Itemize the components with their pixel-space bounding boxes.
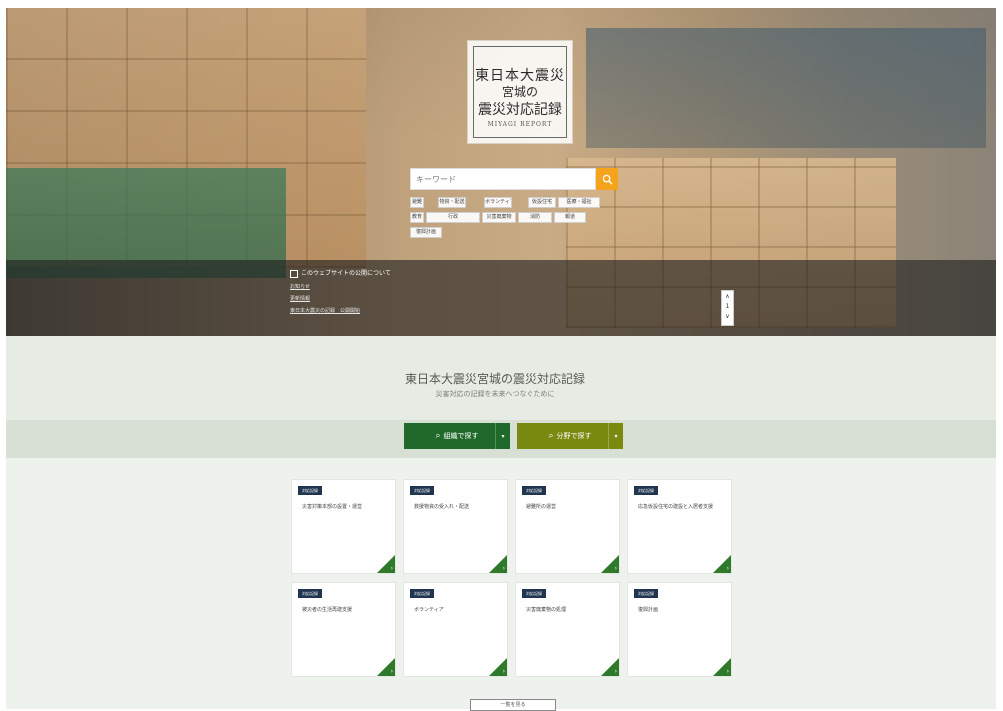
- tag[interactable]: 物資・配送: [438, 197, 466, 208]
- search-by-organization-button[interactable]: ⌕ 組織で探す ▾: [404, 423, 510, 449]
- card-title: 救援物資の受入れ・配送: [414, 504, 470, 510]
- search-bar: [410, 168, 618, 190]
- tag[interactable]: 報道: [554, 212, 586, 223]
- pager-up-icon[interactable]: ∧: [722, 293, 733, 301]
- more-button[interactable]: 一覧を見る: [470, 699, 556, 711]
- record-card[interactable]: 対応記録 災害対策本部の設置・運営 ›: [291, 479, 396, 574]
- chevron-down-icon: ▾: [608, 423, 623, 449]
- tag[interactable]: 行政: [426, 212, 480, 223]
- news-item[interactable]: 東日本大震災の記録 公開開始: [290, 307, 360, 314]
- pager-current[interactable]: 1: [722, 303, 733, 311]
- record-card[interactable]: 対応記録 ボランティア ›: [403, 582, 508, 677]
- news-item[interactable]: 更新情報: [290, 295, 310, 302]
- arrow-icon: ›: [614, 668, 617, 675]
- card-title: 災害廃棄物の処理: [526, 607, 567, 613]
- arrow-icon: ›: [390, 565, 393, 572]
- arrow-icon: ›: [726, 565, 729, 572]
- search-icon: [602, 174, 613, 185]
- card-title: 被災者の生活再建支援: [302, 607, 353, 613]
- intro-title: 東日本大震災宮城の震災対応記録: [404, 372, 585, 386]
- card-badge: 対応記録: [298, 589, 322, 598]
- card-title: ボランティア: [414, 607, 444, 613]
- record-card[interactable]: 対応記録 災害廃棄物の処理 ›: [515, 582, 620, 677]
- hero-photo-workers: [586, 28, 986, 148]
- tag[interactable]: 避難: [410, 197, 424, 208]
- logo-line3: 震災対応記録: [478, 102, 562, 118]
- news-icon: [290, 269, 298, 278]
- news-pager: ∧ 1 ∨: [721, 290, 734, 326]
- search-input[interactable]: [410, 168, 596, 190]
- tag[interactable]: 教育: [410, 212, 424, 223]
- card-badge: 対応記録: [522, 589, 546, 598]
- pager-down-icon[interactable]: ∨: [722, 313, 733, 321]
- news-title[interactable]: このウェブサイトの公開について: [290, 268, 391, 278]
- record-card[interactable]: 対応記録 応急仮設住宅の建設と入居者支援 ›: [627, 479, 732, 574]
- news-title-text: このウェブサイトの公開について: [301, 270, 391, 277]
- tag[interactable]: ボランティア: [484, 197, 512, 208]
- intro-subtitle: 災害対応の記録を未来へつなぐために: [435, 390, 555, 398]
- search-by-field-button[interactable]: ⌕ 分野で探す ▾: [517, 423, 623, 449]
- tag[interactable]: 災害廃棄物: [482, 212, 516, 223]
- nav-btn2-label: 分野で探す: [556, 432, 592, 440]
- card-badge: 対応記録: [634, 486, 658, 495]
- site-logo[interactable]: 東日本大震災 宮城の 震災対応記録 MIYAGI REPORT: [467, 40, 573, 144]
- arrow-icon: ›: [502, 668, 505, 675]
- card-badge: 対応記録: [634, 589, 658, 598]
- search-button[interactable]: [596, 168, 618, 190]
- search-icon: ⌕: [435, 431, 441, 441]
- card-title: 応急仮設住宅の建設と入居者支援: [638, 504, 714, 510]
- card-badge: 対応記録: [410, 589, 434, 598]
- card-badge: 対応記録: [298, 486, 322, 495]
- arrow-icon: ›: [390, 668, 393, 675]
- card-badge: 対応記録: [410, 486, 434, 495]
- search-icon: ⌕: [548, 431, 554, 441]
- card-title: 復興計画: [638, 607, 659, 613]
- news-item[interactable]: お知らせ: [290, 283, 310, 290]
- card-title: 災害対策本部の設置・運営: [302, 504, 363, 510]
- news-strip: [6, 260, 996, 336]
- record-card[interactable]: 対応記録 救援物資の受入れ・配送 ›: [403, 479, 508, 574]
- arrow-icon: ›: [502, 565, 505, 572]
- tag[interactable]: 消防: [518, 212, 552, 223]
- tag[interactable]: 復興計画: [410, 227, 442, 238]
- tag[interactable]: 仮設住宅: [528, 197, 556, 208]
- logo-line2: 宮城の: [501, 85, 538, 99]
- logo-line1: 東日本大震災: [475, 68, 565, 84]
- record-card[interactable]: 対応記録 被災者の生活再建支援 ›: [291, 582, 396, 677]
- record-card[interactable]: 対応記録 避難所の運営 ›: [515, 479, 620, 574]
- nav-btn1-label: 組織で探す: [443, 432, 479, 440]
- card-badge: 対応記録: [522, 486, 546, 495]
- tag[interactable]: 医療・福祉: [558, 197, 600, 208]
- arrow-icon: ›: [726, 668, 729, 675]
- card-title: 避難所の運営: [526, 504, 557, 510]
- chevron-down-icon: ▾: [495, 423, 510, 449]
- arrow-icon: ›: [614, 565, 617, 572]
- logo-subtitle: MIYAGI REPORT: [487, 121, 553, 128]
- record-card[interactable]: 対応記録 復興計画 ›: [627, 582, 732, 677]
